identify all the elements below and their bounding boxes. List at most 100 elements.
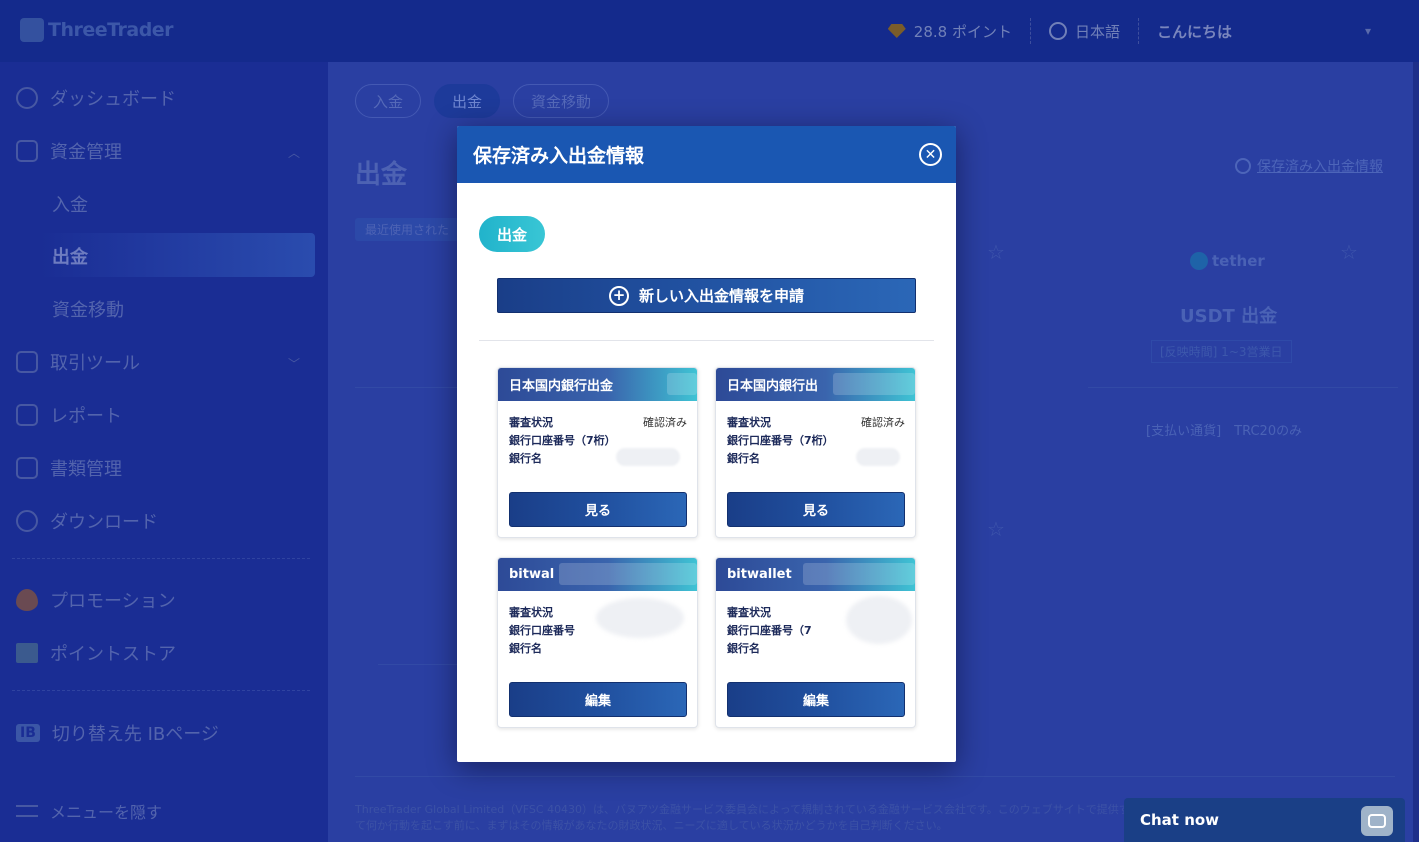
status-label: 審査状況 — [727, 416, 771, 429]
tab-deposit[interactable]: 入金 — [355, 84, 421, 118]
star-icon[interactable]: ☆ — [987, 240, 1005, 264]
redacted-block — [803, 563, 915, 585]
modal-divider — [479, 340, 934, 341]
close-icon[interactable]: ✕ — [919, 143, 942, 166]
star-icon[interactable]: ☆ — [987, 517, 1005, 541]
chevron-down-icon: ▾ — [1364, 24, 1371, 38]
saved-info-link[interactable]: 保存済み入出金情報 — [1235, 156, 1383, 176]
points-display[interactable]: 28.8 ポイント — [870, 18, 1031, 44]
edit-button[interactable]: 編集 — [509, 682, 687, 717]
chart-icon — [16, 404, 38, 426]
modal-tab-withdraw[interactable]: 出金 — [479, 216, 545, 252]
saved-info-link-label: 保存済み入出金情報 — [1257, 159, 1383, 175]
edit-button[interactable]: 編集 — [727, 682, 905, 717]
sidebar: ダッシュボード 資金管理 ︿ 入金 出金 資金移動 取引ツール ﹀ レポート 書… — [0, 62, 328, 842]
modal-title: 保存済み入出金情報 — [473, 145, 645, 167]
tether-label: tether — [1212, 252, 1265, 270]
card-header: bitwallet — [716, 558, 915, 591]
status-value: 確認済み — [861, 416, 905, 429]
tether-logo: tether — [1190, 252, 1265, 270]
page-scrollbar[interactable] — [1413, 62, 1419, 842]
sidebar-item-documents[interactable]: 書類管理 — [16, 455, 316, 481]
card-header: 日本国内銀行出金 — [498, 368, 697, 401]
card-status-row: 審査状況 確認済み — [509, 414, 687, 432]
redacted-value — [856, 448, 900, 466]
sidebar-item-label: 取引ツール — [50, 353, 140, 374]
redacted-value — [846, 596, 912, 644]
page-title: 出金 — [355, 160, 408, 190]
logo-text: ThreeTrader — [48, 19, 174, 41]
gift-icon — [16, 643, 38, 663]
sidebar-divider — [12, 690, 310, 691]
sidebar-item-dashboard[interactable]: ダッシュボード — [16, 85, 316, 111]
sidebar-item-reports[interactable]: レポート — [16, 402, 316, 428]
chat-widget[interactable]: Chat now — [1124, 798, 1405, 842]
saved-info-card: bitwallet 審査状況 銀行口座番号（7 銀行名 編集 — [715, 557, 916, 728]
sidebar-divider — [12, 558, 310, 559]
collapse-menu-icon — [16, 805, 38, 817]
sidebar-item-label: 資金管理 — [50, 142, 122, 163]
top-bar: ThreeTrader 28.8 ポイント 日本語 こんにちは ▾ — [0, 0, 1419, 62]
redacted-block — [667, 373, 697, 395]
sidebar-item-promotions[interactable]: プロモーション — [16, 587, 316, 613]
redacted-value — [616, 448, 680, 466]
sidebar-item-funds[interactable]: 資金管理 — [16, 138, 316, 164]
language-selector[interactable]: 日本語 — [1031, 18, 1139, 44]
saved-info-card: 日本国内銀行出 審査状況 確認済み 銀行口座番号（7桁） 銀行名 見る — [715, 367, 916, 538]
tab-transfer[interactable]: 資金移動 — [513, 84, 609, 118]
chat-bubble-icon — [1361, 806, 1393, 836]
sidebar-item-point-store[interactable]: ポイントストア — [16, 640, 316, 666]
ib-badge-icon: IB — [16, 724, 40, 742]
chevron-up-icon[interactable]: ︿ — [288, 144, 300, 161]
user-menu[interactable]: こんにちは ▾ — [1139, 18, 1389, 44]
sidebar-item-trading-tools[interactable]: 取引ツール — [16, 349, 316, 375]
sidebar-subitem-transfer[interactable]: 資金移動 — [52, 296, 124, 322]
card-divider — [1088, 387, 1398, 388]
card-header: bitwal — [498, 558, 697, 591]
usdt-processing-time: [反映時間] 1~3営業日 — [1151, 340, 1292, 363]
calendar-icon — [16, 140, 38, 162]
flame-icon — [16, 589, 38, 611]
star-icon[interactable]: ☆ — [1340, 240, 1358, 264]
tab-withdraw[interactable]: 出金 — [434, 84, 500, 118]
usdt-payment-currency: [支払い通貨] TRC20のみ — [1146, 424, 1303, 439]
tether-icon — [1190, 252, 1208, 270]
sidebar-item-label: ダウンロード — [50, 512, 158, 533]
plus-circle-icon — [1235, 158, 1251, 174]
sidebar-item-label: レポート — [50, 406, 122, 427]
sidebar-item-label: ダッシュボード — [50, 89, 176, 110]
sidebar-item-label: 出金 — [52, 247, 88, 268]
header-actions: 28.8 ポイント 日本語 こんにちは ▾ — [870, 0, 1389, 62]
modal-header: 保存済み入出金情報 ✕ — [457, 126, 956, 183]
logo[interactable]: ThreeTrader — [20, 18, 174, 42]
card-status-row: 審査状況 確認済み — [727, 414, 905, 432]
chat-now-label: Chat now — [1140, 811, 1220, 829]
new-info-request-button[interactable]: + 新しい入出金情報を申請 — [497, 278, 916, 313]
card-title: 日本国内銀行出金 — [509, 379, 614, 394]
redacted-block — [833, 373, 915, 395]
saved-info-card: bitwal 審査状況 銀行口座番号 銀行名 編集 — [497, 557, 698, 728]
points-text: 28.8 ポイント — [913, 22, 1012, 41]
redacted-block — [559, 563, 697, 585]
sidebar-subitem-withdraw[interactable]: 出金 — [40, 233, 315, 277]
view-button[interactable]: 見る — [727, 492, 905, 527]
recent-tag: 最近使用された — [355, 218, 460, 241]
sidebar-item-hide-menu[interactable]: メニューを隠す — [16, 799, 316, 823]
sidebar-item-label: メニューを隠す — [50, 803, 163, 822]
sidebar-item-downloads[interactable]: ダウンロード — [16, 508, 316, 534]
chevron-down-icon[interactable]: ﹀ — [288, 355, 300, 372]
card-title: bitwal — [509, 567, 555, 582]
redacted-value — [596, 598, 684, 638]
sidebar-item-ib-switch[interactable]: IB 切り替え先 IBページ — [16, 720, 316, 746]
sidebar-item-label: プロモーション — [50, 591, 176, 612]
card-header: 日本国内銀行出 — [716, 368, 915, 401]
sidebar-item-label: ポイントストア — [50, 644, 176, 665]
new-info-request-label: 新しい入出金情報を申請 — [638, 287, 804, 305]
gauge-icon — [16, 87, 38, 109]
saved-info-card: 日本国内銀行出金 審査状況 確認済み 銀行口座番号（7桁） 銀行名 見る — [497, 367, 698, 538]
footer-divider — [355, 776, 1395, 777]
sidebar-subitem-deposit[interactable]: 入金 — [52, 191, 88, 217]
usdt-withdraw-title[interactable]: USDT 出金 — [1180, 302, 1277, 328]
saved-info-modal: 保存済み入出金情報 ✕ 出金 + 新しい入出金情報を申請 日本国内銀行出金 審査… — [457, 126, 956, 762]
view-button[interactable]: 見る — [509, 492, 687, 527]
